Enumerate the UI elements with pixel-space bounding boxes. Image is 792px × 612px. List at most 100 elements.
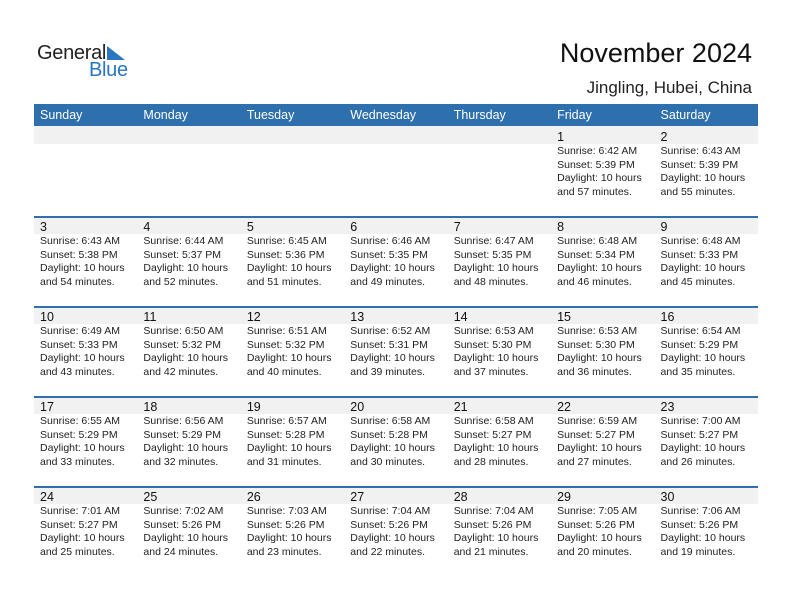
daylight-text: and 31 minutes. (246, 455, 322, 468)
daylight-text: Daylight: 10 hours (453, 352, 539, 364)
week-row: 10 Sunrise: 6:49 AM Sunset: 5:33 PM Dayligh… (34, 306, 758, 396)
daylight-text: and 46 minutes. (557, 275, 632, 288)
day-number: 13 (350, 310, 365, 324)
sunrise-text: Sunrise: 6:53 AM (557, 325, 638, 337)
daylight-text: Daylight: 10 hours (453, 442, 539, 454)
sunset-text: Sunset: 5:26 PM (453, 518, 532, 531)
day-number: 18 (143, 400, 158, 414)
weekday-header: Sunday (40, 108, 83, 122)
weekday-header: Tuesday (246, 108, 295, 122)
daylight-text: Daylight: 10 hours (350, 262, 435, 274)
location-subtitle: Jingling, Hubei, China (586, 78, 752, 97)
daylight-text: and 26 minutes. (660, 455, 736, 468)
day-cell: 3 Sunrise: 6:43 AM Sunset: 5:38 PM Daylight… (34, 216, 137, 289)
sunset-text: Sunset: 5:33 PM (40, 338, 118, 351)
day-cell (137, 126, 240, 199)
days-row: 17 Sunrise: 6:55 AM Sunset: 5:29 PM Dayligh… (34, 396, 758, 469)
sunset-text: Sunset: 5:26 PM (246, 518, 325, 531)
sunrise-text: Sunrise: 6:48 AM (660, 235, 741, 247)
daylight-text: and 36 minutes. (557, 365, 632, 378)
day-cell (448, 126, 551, 199)
daylight-text: Daylight: 10 hours (350, 532, 435, 544)
sunset-text: Sunset: 5:37 PM (143, 248, 222, 261)
daylight-text: and 27 minutes. (557, 455, 632, 468)
sunrise-text: Sunrise: 6:49 AM (40, 325, 120, 337)
day-cell: 9 Sunrise: 6:48 AM Sunset: 5:33 PM Daylight… (655, 216, 758, 289)
days-row: 24 Sunrise: 7:01 AM Sunset: 5:27 PM Dayligh… (34, 486, 758, 559)
daylight-text: Daylight: 10 hours (40, 532, 125, 544)
day-number: 23 (660, 400, 675, 414)
daylight-text: Daylight: 10 hours (246, 352, 332, 364)
sunrise-text: Sunrise: 6:56 AM (143, 415, 224, 427)
day-cell: 25 Sunrise: 7:02 AM Sunset: 5:26 PM Dayligh… (137, 486, 240, 559)
daylight-text: Daylight: 10 hours (660, 172, 746, 184)
daylight-text: and 45 minutes. (660, 275, 736, 288)
sunset-text: Sunset: 5:39 PM (660, 158, 739, 171)
sunrise-text: Sunrise: 6:51 AM (246, 325, 327, 337)
sunrise-text: Sunrise: 7:03 AM (246, 505, 327, 517)
weekday-header: Wednesday (350, 108, 417, 122)
daylight-text: and 21 minutes. (453, 545, 529, 558)
sunrise-text: Sunrise: 7:00 AM (660, 415, 741, 427)
sunset-text: Sunset: 5:35 PM (350, 248, 428, 261)
sunset-text: Sunset: 5:28 PM (350, 428, 428, 441)
day-number: 28 (453, 490, 468, 504)
sunrise-text: Sunrise: 6:54 AM (660, 325, 741, 337)
sunrise-text: Sunrise: 6:58 AM (350, 415, 431, 427)
daylight-text: Daylight: 10 hours (350, 442, 435, 454)
daylight-text: and 57 minutes. (557, 185, 632, 198)
sunset-text: Sunset: 5:26 PM (350, 518, 428, 531)
day-number: 15 (557, 310, 572, 324)
sunset-text: Sunset: 5:27 PM (660, 428, 739, 441)
day-number: 16 (660, 310, 675, 324)
sunrise-text: Sunrise: 7:01 AM (40, 505, 120, 517)
sunset-text: Sunset: 5:29 PM (660, 338, 739, 351)
day-cell: 7 Sunrise: 6:47 AM Sunset: 5:35 PM Daylight… (448, 216, 551, 289)
day-cell: 17 Sunrise: 6:55 AM Sunset: 5:29 PM Dayligh… (34, 396, 137, 469)
sunset-text: Sunset: 5:32 PM (143, 338, 222, 351)
week-row: 3 Sunrise: 6:43 AM Sunset: 5:38 PM Daylight… (34, 216, 758, 306)
days-row: 10 Sunrise: 6:49 AM Sunset: 5:33 PM Dayligh… (34, 306, 758, 379)
day-cell: 22 Sunrise: 6:59 AM Sunset: 5:27 PM Dayligh… (551, 396, 654, 469)
sunset-text: Sunset: 5:30 PM (557, 338, 635, 351)
daylight-text: and 42 minutes. (143, 365, 219, 378)
sunrise-text: Sunrise: 6:44 AM (143, 235, 224, 247)
daylight-text: and 24 minutes. (143, 545, 219, 558)
daylight-text: and 48 minutes. (453, 275, 529, 288)
day-number (40, 127, 137, 145)
daylight-text: Daylight: 10 hours (660, 352, 746, 364)
daylight-text: and 52 minutes. (143, 275, 219, 288)
weekday-header: Monday (143, 108, 188, 122)
daylight-text: and 33 minutes. (40, 455, 115, 468)
daylight-text: Daylight: 10 hours (246, 532, 332, 544)
sunset-text: Sunset: 5:34 PM (557, 248, 635, 261)
daylight-text: Daylight: 10 hours (143, 352, 229, 364)
day-number: 12 (246, 310, 261, 324)
day-cell: 10 Sunrise: 6:49 AM Sunset: 5:33 PM Dayligh… (34, 306, 137, 379)
day-cell: 8 Sunrise: 6:48 AM Sunset: 5:34 PM Daylight… (551, 216, 654, 289)
weekday-header: Thursday (453, 108, 506, 122)
daylight-text: Daylight: 10 hours (557, 172, 642, 184)
day-number: 17 (40, 400, 54, 414)
daylight-text: Daylight: 10 hours (557, 532, 642, 544)
sunset-text: Sunset: 5:27 PM (40, 518, 118, 531)
day-cell: 27 Sunrise: 7:04 AM Sunset: 5:26 PM Dayligh… (344, 486, 447, 559)
day-cell: 19 Sunrise: 6:57 AM Sunset: 5:28 PM Dayligh… (241, 396, 344, 469)
sunrise-text: Sunrise: 6:57 AM (246, 415, 327, 427)
sunrise-text: Sunrise: 6:58 AM (453, 415, 534, 427)
sunrise-text: Sunrise: 6:48 AM (557, 235, 638, 247)
sunrise-text: Sunrise: 6:52 AM (350, 325, 431, 337)
sunset-text: Sunset: 5:35 PM (453, 248, 532, 261)
daylight-text: and 22 minutes. (350, 545, 425, 558)
day-cell: 20 Sunrise: 6:58 AM Sunset: 5:28 PM Dayligh… (344, 396, 447, 469)
sunset-text: Sunset: 5:30 PM (453, 338, 532, 351)
daylight-text: and 40 minutes. (246, 365, 322, 378)
sunset-text: Sunset: 5:32 PM (246, 338, 325, 351)
day-number (350, 127, 447, 145)
day-number: 25 (143, 490, 158, 504)
day-number: 22 (557, 400, 572, 414)
day-number: 11 (143, 310, 157, 324)
day-cell: 21 Sunrise: 6:58 AM Sunset: 5:27 PM Dayligh… (448, 396, 551, 469)
calendar-grid: Sunday Monday Tuesday Wednesday Thursday… (34, 104, 758, 576)
day-cell (344, 126, 447, 199)
